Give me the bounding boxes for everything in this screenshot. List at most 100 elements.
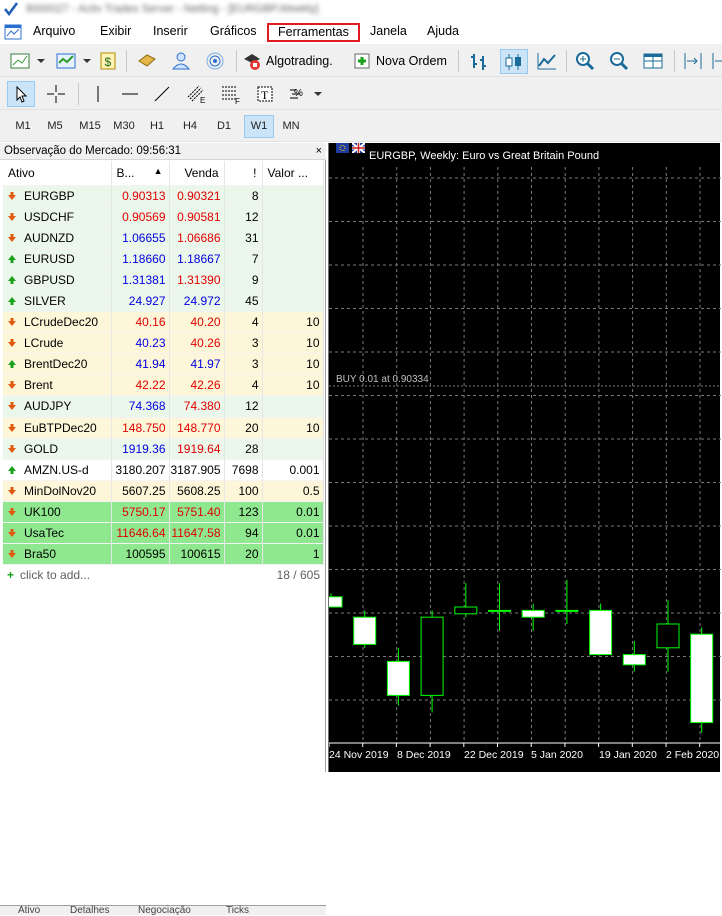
col-bid[interactable]: B... ▲ [111, 161, 170, 185]
x-axis-label: 24 Nov 2019 [329, 749, 389, 761]
add-symbol-row[interactable]: + click to add... 18 / 605 [3, 564, 323, 586]
crosshair-tool[interactable] [42, 81, 70, 107]
table-row[interactable]: UsaTec 11646.64 11647.58 94 0.01 [3, 521, 324, 544]
col-valor[interactable]: Valor ... [262, 161, 324, 185]
shapes-dropdown[interactable]: % [284, 81, 324, 107]
signals-button[interactable] [202, 49, 228, 73]
table-row[interactable]: EURUSD 1.18660 1.18667 7 [3, 247, 324, 270]
new-order-label: Nova Ordem [376, 54, 447, 68]
line-chart-button[interactable] [534, 49, 560, 73]
table-row[interactable]: Brent 42.22 42.26 4 10 [3, 374, 324, 396]
col-spread[interactable]: ! [224, 161, 263, 185]
symbol-name: MinDolNov20 [24, 483, 97, 498]
table-row[interactable]: AMZN.US-d 3180.207 3187.905 7698 0.001 [3, 458, 324, 481]
click-to-add-cell[interactable]: + click to add... [3, 564, 224, 586]
menu-arquivo[interactable]: Arquivo [31, 23, 77, 42]
symbol-cell: GBPUSD [3, 268, 112, 291]
table-row[interactable]: UK100 5750.17 5751.40 123 0.01 [3, 500, 324, 523]
bid-cell: 100595 [111, 543, 170, 565]
menu-ferramentas[interactable]: Ferramentas [267, 23, 360, 42]
candle-body [386, 660, 410, 696]
zoom-in-button[interactable] [572, 49, 598, 73]
new-chart-button[interactable] [6, 49, 48, 73]
fibonacci-tool[interactable]: E [182, 81, 212, 107]
table-row[interactable]: Bra50 100595 100615 20 1 [3, 543, 324, 565]
close-icon[interactable]: × [316, 143, 322, 159]
table-row[interactable]: AUDNZD 1.06655 1.06686 31 [3, 226, 324, 249]
cursor-tool[interactable] [7, 81, 35, 107]
table-row[interactable]: AUDJPY 74.368 74.380 12 [3, 395, 324, 418]
timeframe-m1[interactable]: M1 [8, 115, 38, 138]
chart-shift-button[interactable] [680, 49, 706, 73]
col-ativo[interactable]: Ativo [3, 161, 112, 185]
profiles-button[interactable] [52, 49, 94, 73]
bar-chart-icon [471, 54, 486, 70]
timeframe-m30[interactable]: M30 [108, 115, 140, 138]
candlestick-button[interactable] [500, 49, 528, 74]
vertical-line-tool[interactable] [84, 81, 112, 107]
zoom-out-button[interactable] [606, 49, 632, 73]
table-row[interactable]: SILVER 24.927 24.972 45 [3, 289, 324, 312]
bid-cell: 0.90569 [111, 205, 170, 228]
menu-ajuda[interactable]: Ajuda [425, 23, 461, 42]
table-row[interactable]: GOLD 1919.36 1919.64 28 [3, 437, 324, 460]
new-order-button[interactable]: Nova Ordem [352, 49, 452, 73]
arrow-down-icon [8, 507, 16, 516]
tile-windows-button[interactable] [640, 49, 666, 73]
table-row[interactable]: EURGBP 0.90313 0.90321 8 [3, 184, 324, 207]
autoscroll-button[interactable] [710, 49, 722, 73]
menu-inserir[interactable]: Inserir [151, 23, 190, 42]
window-title: 8000027 - Activ Trades Server - Netting … [26, 3, 319, 15]
spread-cell: 12 [224, 205, 263, 228]
bid-cell: 5750.17 [111, 500, 170, 523]
timeframe-m5[interactable]: M5 [40, 115, 70, 138]
fibo-retracement-tool[interactable]: F [216, 81, 246, 107]
value-cell [262, 205, 324, 228]
table-row[interactable]: BrentDec20 41.94 41.97 3 10 [3, 353, 324, 375]
menu-janela[interactable]: Janela [368, 23, 409, 42]
market-watch-toggle[interactable]: $ [96, 49, 120, 73]
tab-detalhes[interactable]: Detalhes [70, 906, 109, 916]
table-row[interactable]: LCrudeDec20 40.16 40.20 4 10 [3, 311, 324, 333]
table-row[interactable]: LCrude 40.23 40.26 3 10 [3, 332, 324, 354]
ask-cell: 1.06686 [169, 226, 225, 249]
data-window-button[interactable] [134, 49, 160, 73]
arrow-down-icon [8, 212, 16, 221]
text-tool[interactable]: T [252, 81, 278, 107]
table-row[interactable]: GBPUSD 1.31381 1.31390 9 [3, 268, 324, 291]
menu-exibir[interactable]: Exibir [98, 23, 133, 42]
timeframe-m15[interactable]: M15 [74, 115, 106, 138]
timeframe-mn[interactable]: MN [276, 115, 306, 138]
spread-cell: 12 [224, 395, 263, 418]
database-icon [138, 54, 156, 67]
chart-window[interactable]: EURGBP, Weekly: Euro vs Great Britain Po… [328, 143, 721, 772]
tab-negociacao[interactable]: Negociação [138, 906, 191, 916]
zoom-in-icon [576, 52, 595, 71]
bid-cell: 0.90313 [111, 184, 170, 207]
menu-graficos[interactable]: Gráficos [208, 23, 259, 42]
bar-chart-button[interactable] [466, 49, 492, 73]
timeframe-h4[interactable]: H4 [175, 115, 205, 138]
equidistant-channel-icon: E [187, 85, 205, 105]
svg-text:$: $ [105, 55, 112, 69]
table-row[interactable]: MinDolNov20 5607.25 5608.25 100 0.5 [3, 479, 324, 502]
symbol-cell: LCrudeDec20 [3, 311, 112, 333]
tab-ativo[interactable]: Ativo [18, 906, 40, 916]
timeframe-h1[interactable]: H1 [142, 115, 172, 138]
value-cell [262, 289, 324, 312]
table-row[interactable]: EuBTPDec20 148.750 148.770 20 10 [3, 416, 324, 439]
navigator-button[interactable] [168, 49, 194, 73]
trendline-tool[interactable] [148, 81, 176, 107]
value-cell: 0.01 [262, 521, 324, 544]
timeframe-w1[interactable]: W1 [244, 115, 274, 138]
horizontal-line-tool[interactable] [116, 81, 144, 107]
menu-bar: Arquivo Exibir Inserir Gráficos Ferramen… [0, 20, 722, 44]
tab-ticks[interactable]: Ticks [226, 906, 249, 916]
algotrading-button[interactable]: Algotrading. [242, 49, 342, 73]
table-row[interactable]: USDCHF 0.90569 0.90581 12 [3, 205, 324, 228]
col-venda[interactable]: Venda [169, 161, 225, 185]
symbol-name: AMZN.US-d [24, 462, 89, 477]
timeframe-d1[interactable]: D1 [209, 115, 239, 138]
signal-icon [206, 52, 224, 70]
x-axis-label: 2 Feb 2020 [666, 749, 720, 761]
